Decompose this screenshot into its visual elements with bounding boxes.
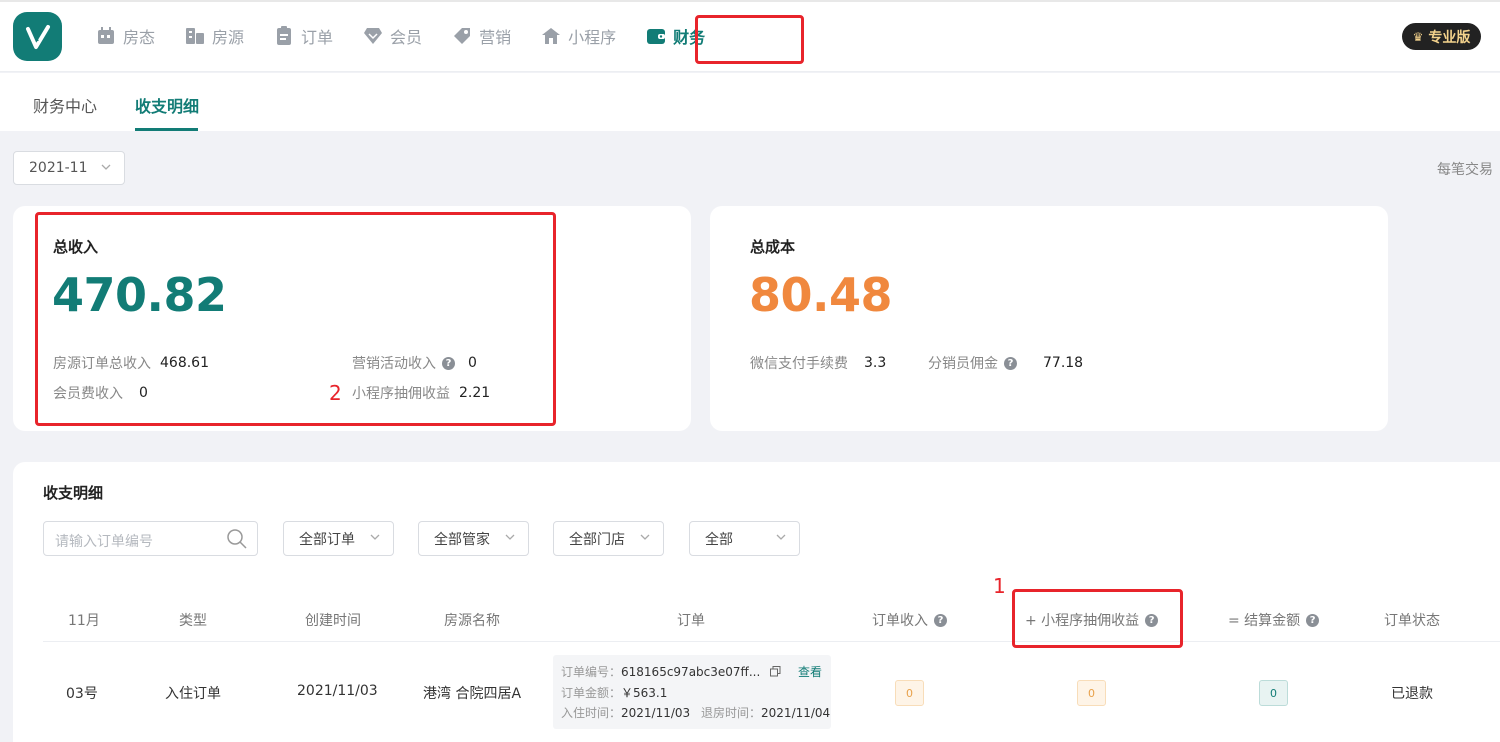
chevron-down-icon [504,531,516,547]
filter-manager[interactable]: 全部管家 [418,521,529,556]
commission-chip: 0 [1077,680,1106,706]
cell-status: 已退款 [1391,686,1433,702]
tab-income-expense-detail[interactable]: 收支明细 [135,93,199,117]
nav-label: 会员 [390,28,423,47]
sub-navigation: 财务中心 收支明细 [0,73,1500,131]
column-header-label: 订单收入 [872,613,928,629]
filter-all[interactable]: 全部 [689,521,800,556]
help-icon[interactable]: ? [1306,613,1320,627]
chevron-down-icon [100,161,112,177]
order-search-input[interactable]: 请输入订单编号 [43,521,258,556]
nav-label: 房源 [212,28,245,47]
nav-label: 营销 [479,28,512,47]
copy-icon[interactable] [770,666,781,680]
order-number-label: 订单编号： [561,665,622,679]
column-header-room: 房源名称 [444,613,500,629]
nav-item-room-status[interactable]: 房态 [92,16,159,56]
main-nav: 房态 房源 订单 会员 营销 小程序 财务 [92,0,731,72]
nav-item-orders[interactable]: 订单 [270,16,337,56]
order-income-chip: 0 [895,680,924,706]
cost-item-wechat-fee: 微信支付手续费 3.3 [750,353,886,373]
tag-icon [452,26,472,46]
annotation-box-commission-column [1012,589,1183,648]
order-info-box: 订单编号：618165c97abc3e07ff... 查看 订单金额：￥563.… [553,655,831,729]
order-number-line: 订单编号：618165c97abc3e07ff... [561,663,781,680]
filter-order-type[interactable]: 全部订单 [283,521,394,556]
column-header-type: 类型 [179,613,207,629]
cost-item-label: 分销员佣金 [928,356,998,372]
nav-label: 小程序 [568,28,617,47]
cost-item-value: 77.18 [1043,355,1084,371]
nav-item-marketing[interactable]: 营销 [448,16,515,56]
logo-v-icon [25,24,50,49]
chevron-down-icon [639,531,651,547]
checkout-label: 退房时间： [701,706,762,720]
order-amount-line: 订单金额：￥563.1 [561,684,667,701]
checkin-date: 2021/11/03 [621,706,691,720]
diamond-icon [363,26,383,46]
month-select[interactable]: 2021-11 [13,151,125,185]
crown-icon: ♛ [1412,29,1424,44]
search-icon[interactable] [226,528,248,554]
tab-finance-center[interactable]: 财务中心 [33,93,97,117]
column-header-order-income: 订单收入 ? [872,610,947,630]
help-icon[interactable]: ? [1004,356,1017,370]
order-amount: ￥563.1 [621,686,668,700]
cost-item-value: 3.3 [864,355,887,371]
building-icon [185,26,205,46]
nav-label: 订单 [301,28,334,47]
cost-title: 总成本 [750,238,796,256]
order-number: 618165c97abc3e07ff... [621,665,761,679]
dropdown-value: 全部订单 [299,531,355,548]
filter-store[interactable]: 全部门店 [553,521,664,556]
cell-type: 入住订单 [165,686,221,702]
app-logo[interactable] [13,12,62,61]
home-icon [541,26,561,46]
nav-item-members[interactable]: 会员 [359,16,426,56]
dropdown-value: 全部门店 [569,531,625,548]
column-header-created: 创建时间 [305,613,361,629]
pro-version-badge[interactable]: ♛ 专业版 [1402,23,1481,50]
column-header-order: 订单 [677,613,705,629]
cost-item-distributor-commission: 分销员佣金 ? 77.18 [928,353,1083,373]
column-header-settlement: = 结算金额 ? [1228,610,1320,630]
stay-dates-line: 入住时间：2021/11/03 退房时间：2021/11/04 [561,704,830,721]
wallet-icon [646,26,666,46]
table-header-divider [43,641,1500,642]
transaction-note: 每笔交易 [1437,162,1493,178]
cell-day: 03号 [66,686,98,702]
search-placeholder: 请输入订单编号 [55,534,153,550]
nav-item-mini-program[interactable]: 小程序 [537,16,620,56]
calendar-icon [96,26,116,46]
column-header-label: = 结算金额 [1228,613,1301,629]
chevron-down-icon [369,531,381,547]
checkin-label: 入住时间： [561,706,622,720]
column-header-month: 11月 [68,613,100,629]
cell-created: 2021/11/03 [297,683,378,699]
cost-total: 80.48 [749,268,893,322]
column-header-status: 订单状态 [1384,613,1440,629]
month-select-value: 2021-11 [29,160,88,176]
nav-label: 房态 [123,28,156,47]
chevron-down-icon [775,531,787,547]
nav-item-listings[interactable]: 房源 [181,16,248,56]
help-icon[interactable]: ? [934,613,947,627]
view-order-link[interactable]: 查看 [798,663,822,680]
cost-item-label: 微信支付手续费 [750,356,848,372]
annotation-box-income [35,212,556,426]
settlement-chip: 0 [1259,680,1288,706]
active-tab-underline [135,128,198,131]
order-amount-label: 订单金额： [561,686,622,700]
dropdown-value: 全部 [705,531,733,548]
pro-badge-label: 专业版 [1428,29,1471,46]
clipboard-icon [274,26,294,46]
annotation-number-1: 1 [993,574,1006,598]
dropdown-value: 全部管家 [434,531,490,548]
cell-room: 港湾 合院四居A [423,686,522,702]
annotation-box-finance [695,15,804,64]
checkout-date: 2021/11/04 [761,706,831,720]
detail-title: 收支明细 [43,484,104,502]
